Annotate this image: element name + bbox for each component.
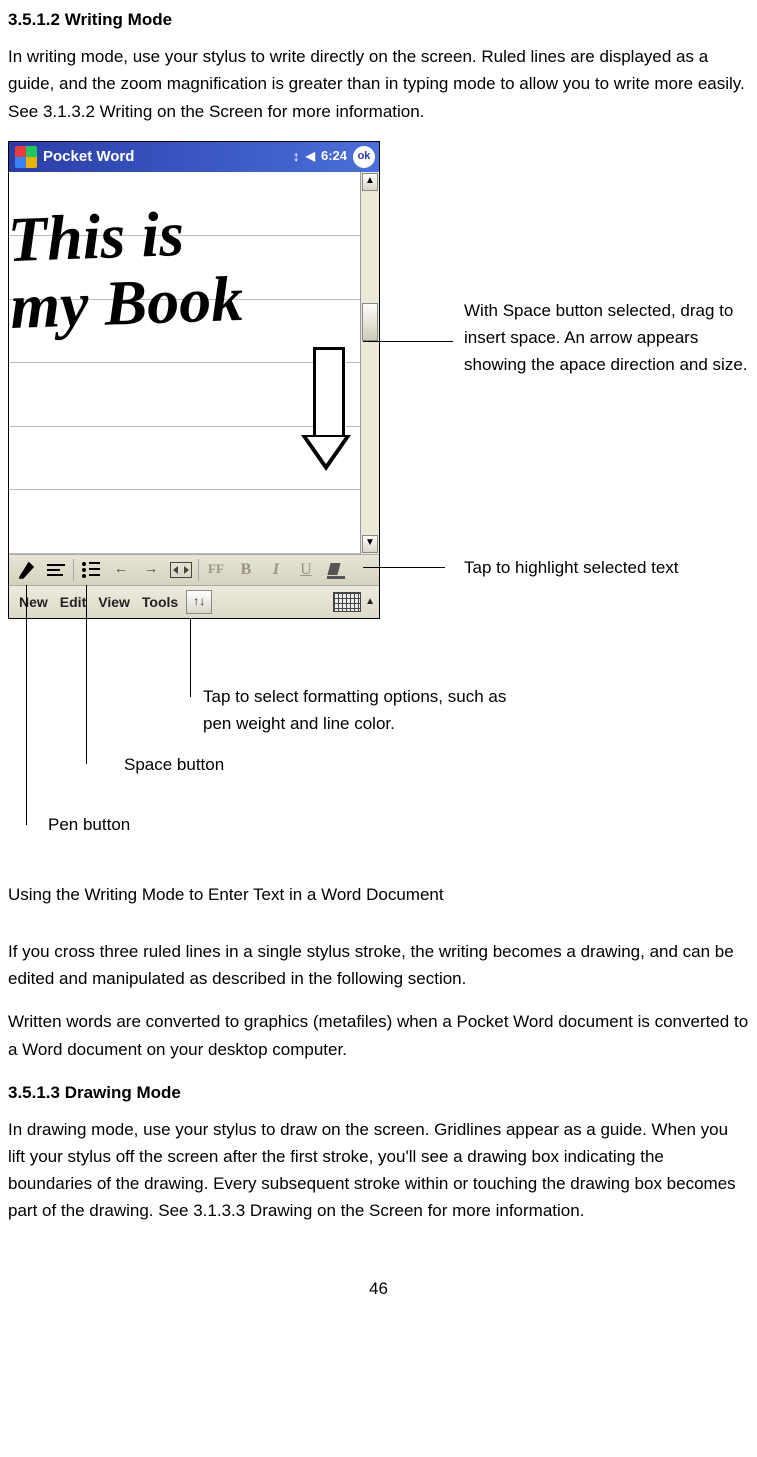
space-arrow-indicator <box>299 347 353 477</box>
align-icon <box>47 564 65 576</box>
menu-bar: New Edit View Tools ↑↓ ▲ <box>9 585 379 618</box>
section-heading: 3.5.1.2 Writing Mode <box>8 6 749 33</box>
scroll-up-icon[interactable]: ▲ <box>362 173 378 191</box>
scroll-down-icon[interactable]: ▼ <box>362 535 378 553</box>
callout-highlight: Tap to highlight selected text <box>464 554 679 581</box>
subheading: Using the Writing Mode to Enter Text in … <box>8 881 749 908</box>
highlight-button[interactable] <box>321 557 351 583</box>
outdent-button[interactable]: ← <box>106 557 136 583</box>
menu-arrows-button[interactable]: ↑↓ <box>186 590 212 614</box>
font-button[interactable]: FF <box>201 557 231 583</box>
input-panel-caret-icon[interactable]: ▲ <box>365 594 375 610</box>
underline-button[interactable]: U <box>291 557 321 583</box>
device-screenshot: Pocket Word 6:24 ok This is my Book <box>8 141 380 619</box>
title-bar: Pocket Word 6:24 ok <box>9 142 379 172</box>
bullets-button[interactable] <box>76 557 106 583</box>
section-paragraph: In writing mode, use your stylus to writ… <box>8 43 749 125</box>
pen-icon <box>17 561 35 579</box>
callout-tools: Tap to select formatting options, such a… <box>203 683 533 737</box>
volume-icon[interactable] <box>306 146 315 167</box>
scroll-thumb[interactable] <box>362 303 378 341</box>
bold-button[interactable]: B <box>231 557 261 583</box>
paragraph: Written words are converted to graphics … <box>8 1008 749 1062</box>
handwriting-sample: This is my Book <box>7 198 244 340</box>
space-button[interactable] <box>166 557 196 583</box>
app-title: Pocket Word <box>43 145 134 169</box>
space-icon <box>170 562 192 578</box>
figure-area: Pocket Word 6:24 ok This is my Book <box>8 141 749 851</box>
start-icon[interactable] <box>15 146 37 168</box>
paragraph: If you cross three ruled lines in a sing… <box>8 938 749 992</box>
section-paragraph: In drawing mode, use your stylus to draw… <box>8 1116 749 1225</box>
indent-button[interactable]: → <box>136 557 166 583</box>
section-heading: 3.5.1.3 Drawing Mode <box>8 1079 749 1106</box>
writing-canvas[interactable]: This is my Book <box>9 172 360 554</box>
highlight-icon <box>327 561 345 579</box>
menu-tools[interactable]: Tools <box>136 591 184 613</box>
clock-time: 6:24 <box>321 146 347 167</box>
callout-pen-button: Pen button <box>48 811 130 838</box>
callout-space-button: Space button <box>124 751 224 778</box>
callout-space-drag: With Space button selected, drag to inse… <box>464 297 757 379</box>
align-button[interactable] <box>41 557 71 583</box>
ok-button[interactable]: ok <box>353 146 375 168</box>
vertical-scrollbar[interactable]: ▲ ▼ <box>360 172 379 554</box>
format-toolbar: ← → FF B I U <box>9 554 379 585</box>
connectivity-icon[interactable] <box>293 145 300 168</box>
italic-button[interactable]: I <box>261 557 291 583</box>
page-number: 46 <box>8 1275 749 1302</box>
bullets-icon <box>82 562 100 578</box>
pen-button[interactable] <box>11 557 41 583</box>
menu-new[interactable]: New <box>13 591 54 613</box>
menu-view[interactable]: View <box>92 591 136 613</box>
keyboard-icon[interactable] <box>333 592 361 612</box>
